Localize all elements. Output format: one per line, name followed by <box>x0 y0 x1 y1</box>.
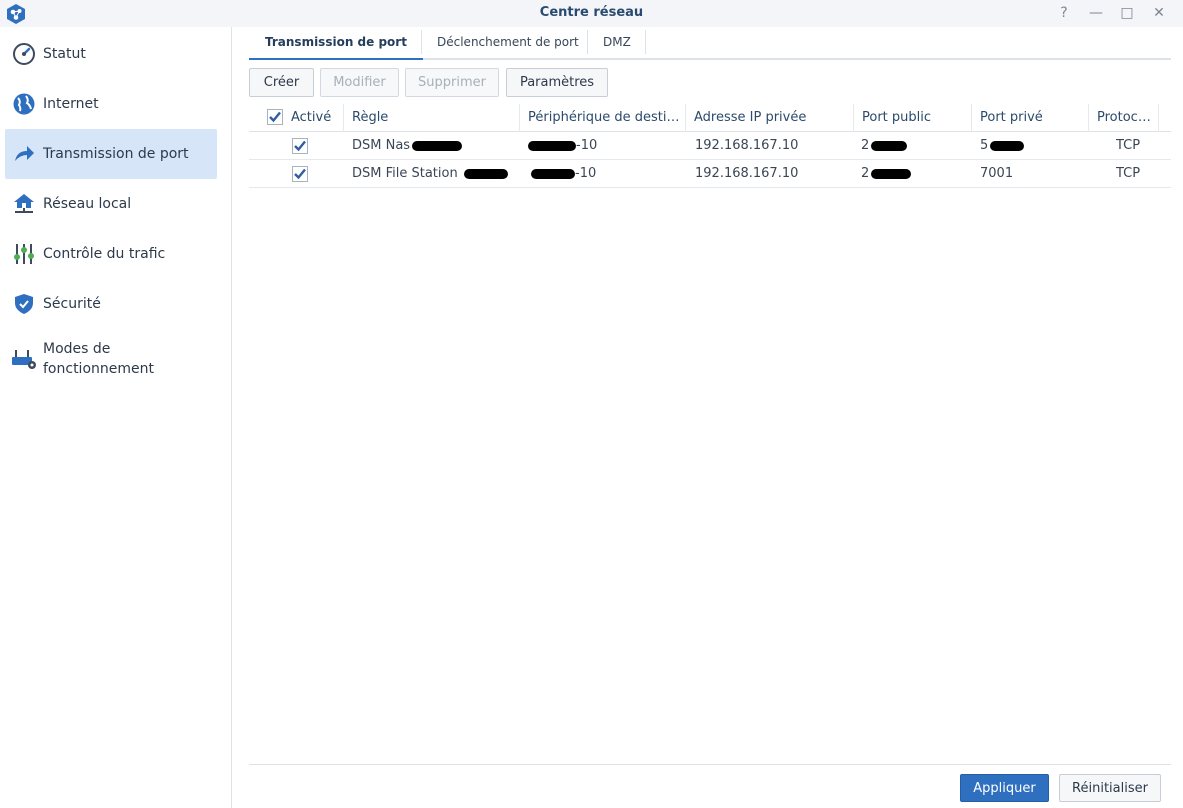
footer-divider <box>249 764 1171 765</box>
sidebar-item-reseau-local[interactable]: Réseau local <box>5 179 217 229</box>
sidebar-item-label: Contrôle du trafic <box>43 246 166 262</box>
column-header-rule[interactable]: Règle <box>344 104 520 132</box>
tab-dmz[interactable]: DMZ <box>587 28 647 58</box>
device-cell: -10 <box>526 132 686 160</box>
sidebar-item-transmission-de-port[interactable]: Transmission de port <box>5 129 217 179</box>
sidebar-item-controle-du-trafic[interactable]: Contrôle du trafic <box>5 229 217 279</box>
sidebar-item-modes-de-fonctionnement[interactable]: Modes de fonctionnement <box>5 331 217 387</box>
column-header-private-port[interactable]: Port privé <box>972 104 1089 132</box>
device-suffix: -10 <box>576 138 598 153</box>
create-button[interactable]: Créer <box>249 68 314 97</box>
column-header-active[interactable]: Activé <box>249 104 344 132</box>
sidebar-item-label: Internet <box>43 96 99 112</box>
rule-cell: DSM File Station <box>352 160 520 188</box>
sidebar-item-label: Réseau local <box>43 196 132 212</box>
sliders-icon <box>11 241 37 267</box>
house-network-icon <box>11 191 37 217</box>
column-header-public-port[interactable]: Port public <box>854 104 972 132</box>
sidebar-item-internet[interactable]: Internet <box>5 79 217 129</box>
rule-name: DSM File Station <box>352 166 458 181</box>
tab-transmission-de-port[interactable]: Transmission de port <box>249 28 423 60</box>
device-suffix: -10 <box>575 166 597 181</box>
delete-button[interactable]: Supprimer <box>405 68 499 97</box>
gauge-icon <box>11 41 37 67</box>
private-port-value: 5 <box>980 138 989 153</box>
public-port-value: 2 <box>861 138 870 153</box>
globe-icon <box>11 91 37 117</box>
sidebar-item-statut[interactable]: Statut <box>5 29 217 79</box>
maximize-button[interactable]: □ <box>1116 3 1138 23</box>
redaction-mark <box>528 140 576 151</box>
tab-declenchement-de-port[interactable]: Déclenchement de port <box>421 28 595 58</box>
window-title: Centre réseau <box>539 5 644 20</box>
public-port-cell: 2 <box>861 132 972 160</box>
public-port-value: 2 <box>861 166 870 181</box>
table-row[interactable]: DSM Nas -10 192.168.167.10 2 5 TCP <box>249 132 1171 160</box>
port-forwarding-table: Activé Règle Périphérique de desti… Adre… <box>249 104 1171 188</box>
column-header-destination-device[interactable]: Périphérique de desti… <box>520 104 686 132</box>
sidebar-item-label: Sécurité <box>43 296 101 312</box>
table-row[interactable]: DSM File Station -10 192.168.167.10 2 70… <box>249 160 1171 188</box>
shield-icon <box>11 291 37 317</box>
redaction-mark <box>990 140 1025 151</box>
sidebar-item-securite[interactable]: Sécurité <box>5 279 217 329</box>
private-ip-cell: 192.168.167.10 <box>695 138 799 153</box>
protocol-cell: TCP <box>1116 138 1141 153</box>
redaction-mark <box>463 168 508 179</box>
close-button[interactable]: ✕ <box>1148 3 1170 23</box>
tab-bar: Transmission de port Déclenchement de po… <box>249 28 1171 60</box>
sidebar-item-label: Transmission de port <box>43 146 189 162</box>
sidebar-item-label: Modes de fonctionnement <box>43 341 154 377</box>
private-ip-cell: 192.168.167.10 <box>695 166 799 181</box>
modify-button[interactable]: Modifier <box>320 68 399 97</box>
title-bar: Centre réseau ? — □ ✕ <box>0 0 1183 27</box>
public-port-cell: 2 <box>861 160 972 188</box>
sidebar-item-label: Statut <box>43 46 86 62</box>
redaction-mark <box>871 168 912 179</box>
row-enabled-checkbox[interactable] <box>292 138 308 154</box>
rule-name: DSM Nas <box>352 138 411 153</box>
tab-divider <box>645 30 646 54</box>
redaction-mark <box>412 140 463 151</box>
share-arrow-icon <box>11 141 37 167</box>
help-button[interactable]: ? <box>1053 3 1075 23</box>
router-gear-icon <box>11 346 37 372</box>
row-enabled-checkbox[interactable] <box>292 166 308 182</box>
column-header-private-ip[interactable]: Adresse IP privée <box>686 104 854 132</box>
select-all-checkbox[interactable] <box>267 109 283 125</box>
protocol-cell: TCP <box>1116 166 1141 181</box>
device-cell: -10 <box>529 160 686 188</box>
rule-cell: DSM Nas <box>352 132 520 160</box>
column-header-protocol[interactable]: Protoc… <box>1089 104 1159 132</box>
minimize-button[interactable]: — <box>1085 3 1107 23</box>
sidebar: Statut Internet Transmission de port Rés… <box>0 27 232 808</box>
redaction-mark <box>871 140 908 151</box>
table-header: Activé Règle Périphérique de desti… Adre… <box>249 104 1171 132</box>
settings-button[interactable]: Paramètres <box>506 68 608 97</box>
private-port-cell: 7001 <box>980 166 1014 181</box>
redaction-mark <box>531 168 575 179</box>
reset-button[interactable]: Réinitialiser <box>1059 774 1161 802</box>
apply-button[interactable]: Appliquer <box>960 774 1049 802</box>
private-port-cell: 5 <box>980 132 1089 160</box>
